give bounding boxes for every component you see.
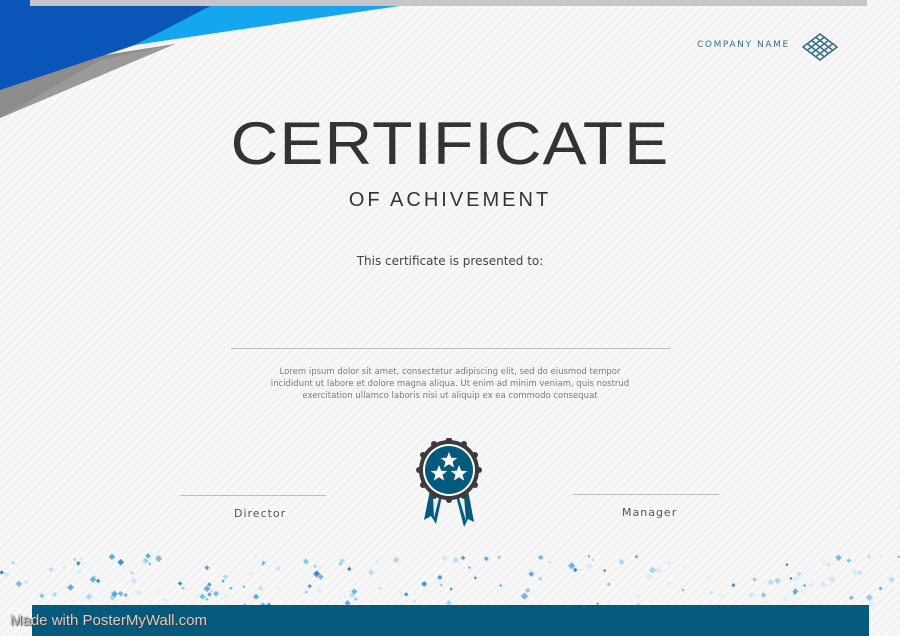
manager-label: Manager — [622, 506, 678, 519]
recipient-name-line — [231, 348, 671, 349]
watermark-text: Made with PosterMyWall.com — [10, 612, 207, 629]
lattice-knot-icon — [802, 33, 838, 61]
presented-to-text: This certificate is presented to: — [356, 254, 544, 268]
certificate-title: CERTIFICATE — [230, 110, 670, 177]
corner-decoration — [0, 0, 440, 118]
manager-signature-line — [573, 494, 719, 495]
director-label: Director — [234, 507, 287, 520]
certificate-body-text: Lorem ipsum dolor sit amet, consectetur … — [270, 367, 630, 401]
company-name: COMPANY NAME — [697, 40, 790, 50]
certificate-page: COMPANY NAME CERTIFICATE OF ACHIVEMENT T… — [0, 0, 900, 636]
top-accent-bar — [30, 0, 867, 6]
director-signature-line — [180, 495, 326, 496]
confetti-decoration — [0, 553, 900, 610]
certificate-subtitle: OF ACHIVEMENT — [348, 189, 552, 211]
award-rosette-three-stars-icon — [416, 438, 482, 527]
